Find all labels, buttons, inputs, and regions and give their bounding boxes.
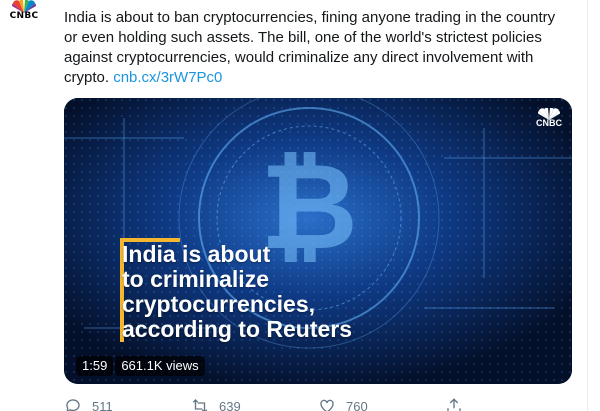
share-button[interactable] bbox=[445, 396, 572, 411]
reply-count: 511 bbox=[92, 398, 113, 411]
heart-icon bbox=[320, 399, 334, 411]
video-meta: 1:59 661.1K views bbox=[76, 356, 205, 376]
headline-line: according to Reuters bbox=[122, 316, 353, 342]
share-icon bbox=[447, 398, 461, 411]
tweet-actions: 511 639 760 bbox=[64, 396, 572, 411]
avatar-label: CNBC bbox=[9, 11, 39, 21]
retweet-button[interactable]: 639 bbox=[191, 396, 318, 411]
like-count: 760 bbox=[346, 398, 368, 411]
video-player[interactable]: ₿ CNBC India is about to criminalize cry… bbox=[64, 98, 572, 384]
cnbc-watermark: CNBC bbox=[536, 108, 562, 128]
watermark-label: CNBC bbox=[536, 118, 562, 128]
tweet-link[interactable]: cnb.cx/3rW7Pc0 bbox=[113, 69, 222, 86]
like-button[interactable]: 760 bbox=[318, 396, 445, 411]
headline-line: cryptocurrencies, bbox=[122, 291, 316, 317]
timeline-divider bbox=[587, 0, 588, 411]
reply-button[interactable]: 511 bbox=[64, 396, 191, 411]
tweet-text: India is about to ban cryptocurrencies, … bbox=[64, 8, 564, 88]
video-views: 661.1K views bbox=[115, 356, 205, 376]
video-headline: India is about to criminalize cryptocurr… bbox=[120, 238, 420, 342]
headline-line: to criminalize bbox=[122, 266, 269, 292]
headline-line: India is about bbox=[122, 241, 271, 267]
reply-icon bbox=[66, 399, 80, 411]
retweet-count: 639 bbox=[219, 398, 241, 411]
headline-accent-bar bbox=[120, 238, 180, 242]
video-duration: 1:59 bbox=[76, 356, 114, 376]
retweet-icon bbox=[192, 399, 208, 411]
avatar[interactable]: CNBC bbox=[0, 0, 48, 22]
